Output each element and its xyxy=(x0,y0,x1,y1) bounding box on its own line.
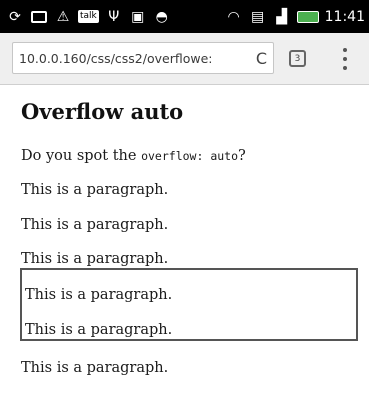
camera-icon: ▣ xyxy=(131,8,145,25)
intro-text-before: Do you spot the xyxy=(21,148,142,164)
box-paragraph: This is a paragraph. xyxy=(25,322,173,338)
browser-toolbar: 10.0.0.160/css/css2/overflowe: C 3 xyxy=(0,33,369,85)
paragraph: This is a paragraph. xyxy=(21,217,169,233)
paragraph: This is a paragraph. xyxy=(21,251,169,267)
wifi-icon: ◠ xyxy=(227,8,240,25)
menu-dot-icon xyxy=(343,66,347,70)
reload-icon[interactable]: C xyxy=(256,49,267,68)
talk-icon: talk xyxy=(78,10,99,23)
status-time: 11:41 xyxy=(324,8,365,25)
battery-icon xyxy=(296,10,319,23)
paragraph: This is a paragraph. xyxy=(21,182,169,198)
warning-icon: ⚠ xyxy=(56,8,70,25)
message-icon xyxy=(30,8,48,26)
game-icon: ◓ xyxy=(155,8,168,25)
intro-text-after: ? xyxy=(238,148,246,164)
url-text[interactable]: 10.0.0.160/css/css2/overflowe: xyxy=(19,51,252,66)
signal-icon: ▟ xyxy=(276,8,288,25)
box-paragraph: This is a paragraph. xyxy=(25,287,173,303)
intro-code: overflow: auto xyxy=(141,149,239,163)
tab-switcher-button[interactable]: 3 xyxy=(289,50,306,67)
address-bar[interactable]: 10.0.0.160/css/css2/overflowe: C xyxy=(12,42,274,74)
overflow-menu-button[interactable] xyxy=(339,46,351,72)
usb-icon: Ψ xyxy=(108,8,120,25)
status-bar: ⟳ ⚠ talk Ψ ▣ ◓ ◠ ▤ ▟ 11:41 xyxy=(0,0,369,33)
paragraph-after-box: This is a paragraph. xyxy=(21,360,169,376)
page-title: Overflow auto xyxy=(21,99,184,124)
sync-icon: ⟳ xyxy=(9,8,21,25)
intro-paragraph: Do you spot the overflow: auto? xyxy=(21,148,246,164)
sim-icon: ▤ xyxy=(251,8,265,25)
menu-dot-icon xyxy=(343,57,347,61)
status-right: ◠ ▤ ▟ 11:41 xyxy=(225,8,365,26)
menu-dot-icon xyxy=(343,48,347,52)
status-left: ⟳ ⚠ talk Ψ ▣ ◓ xyxy=(6,8,171,26)
overflow-auto-box[interactable]: This is a paragraph. This is a paragraph… xyxy=(20,268,358,341)
